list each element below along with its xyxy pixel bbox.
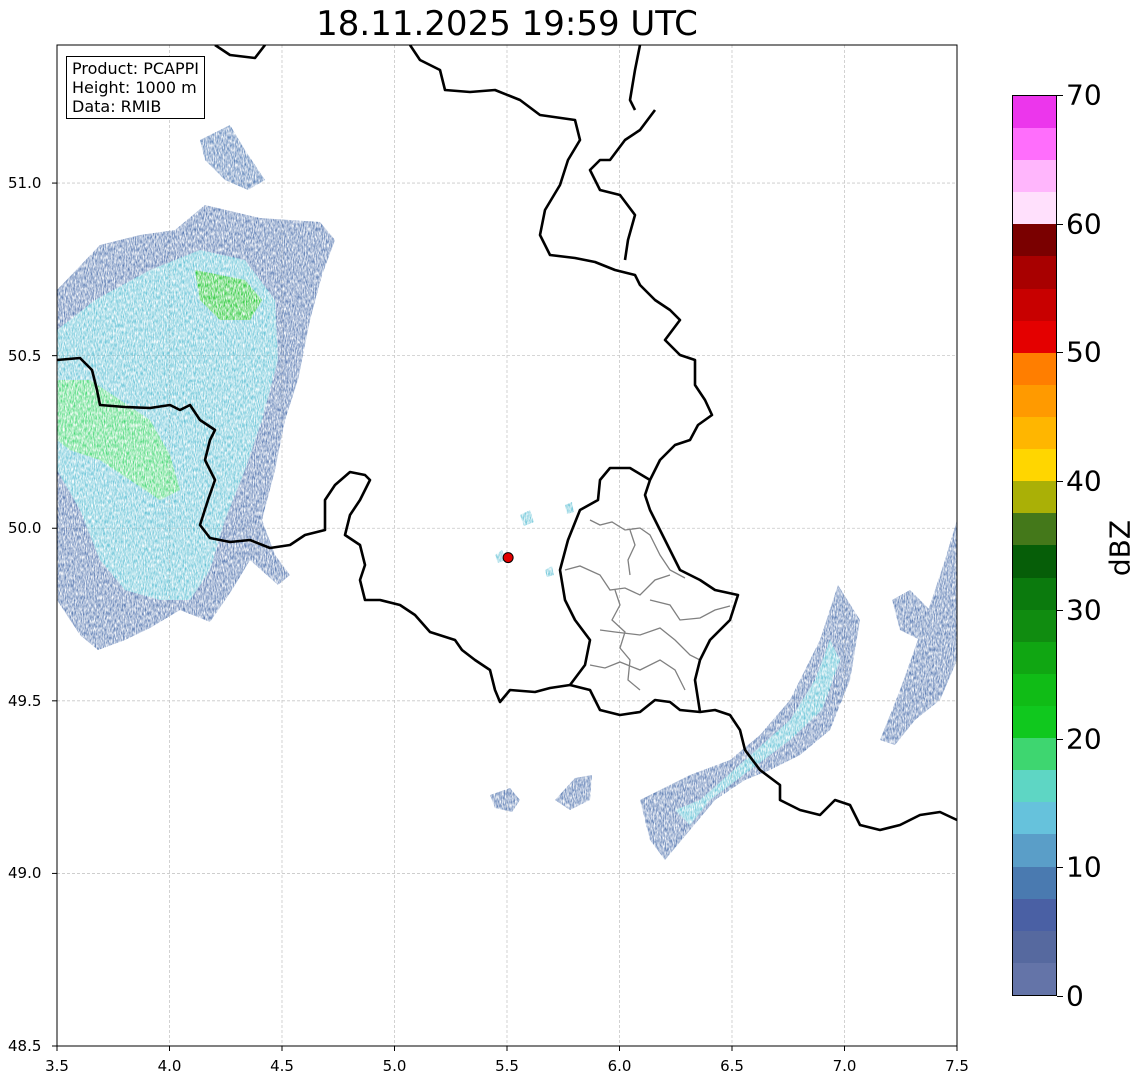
colorbar-segment — [1013, 834, 1056, 867]
x-tick-label: 7.5 — [945, 1057, 969, 1075]
colorbar-segment — [1013, 577, 1056, 610]
x-tick-label: 5.5 — [495, 1057, 519, 1075]
colorbar-segment — [1013, 288, 1056, 321]
colorbar-segment — [1013, 962, 1056, 995]
data-source-line: Data: RMIB — [72, 97, 162, 116]
colorbar-tick-label: 50 — [1066, 335, 1102, 369]
colorbar-segment — [1013, 930, 1056, 963]
colorbar-tick — [1057, 609, 1063, 611]
colorbar-segment — [1013, 866, 1056, 899]
x-tick-label: 4.5 — [270, 1057, 294, 1075]
colorbar-segment — [1013, 545, 1056, 578]
colorbar-segment — [1013, 641, 1056, 674]
product-line: Product: PCAPPI — [72, 59, 200, 78]
radar-map — [52, 44, 958, 1051]
colorbar-segment — [1013, 384, 1056, 418]
colorbar-tick-label: 30 — [1066, 593, 1102, 627]
y-tick-label: 50.5 — [8, 346, 42, 365]
y-tick-label: 49.5 — [8, 691, 42, 710]
colorbar-tick — [1057, 95, 1063, 96]
y-tick-label: 48.5 — [8, 1037, 42, 1055]
colorbar-tick — [1057, 996, 1063, 997]
map-title: 18.11.2025 19:59 UTC — [316, 4, 698, 44]
colorbar-label: dBZ — [1103, 519, 1137, 577]
x-tick-label: 5.0 — [382, 1057, 407, 1075]
colorbar-segment — [1013, 802, 1056, 835]
colorbar-tick-label: 10 — [1066, 850, 1102, 884]
colorbar-segment — [1013, 449, 1056, 482]
colorbar-tick-label: 20 — [1066, 722, 1102, 756]
height-line: Height: 1000 m — [72, 78, 197, 97]
x-tick-label: 4.0 — [157, 1057, 182, 1075]
x-tick-label: 6.0 — [607, 1057, 632, 1075]
y-tick-label: 50.0 — [8, 519, 42, 538]
colorbar-segment — [1013, 352, 1056, 385]
colorbar-segment — [1013, 706, 1056, 739]
colorbar-tick-label: 70 — [1066, 78, 1102, 112]
colorbar-segment — [1013, 770, 1056, 803]
colorbar-tick — [1057, 352, 1063, 354]
colorbar-tick — [1057, 481, 1063, 483]
colorbar-segment — [1013, 481, 1056, 514]
x-tick-label: 7.0 — [832, 1057, 857, 1075]
colorbar-tick-label: 0 — [1066, 979, 1084, 1013]
x-tick-label: 6.5 — [720, 1057, 744, 1075]
colorbar-segment — [1013, 160, 1056, 193]
colorbar-segment — [1013, 417, 1056, 450]
radar-site-marker — [502, 552, 514, 564]
colorbar-tick — [1057, 867, 1063, 869]
y-tick-label: 49.0 — [8, 864, 42, 883]
colorbar-segment — [1013, 898, 1056, 931]
colorbar — [1012, 95, 1057, 996]
colorbar-tick-label: 40 — [1066, 464, 1102, 498]
colorbar-segment — [1013, 95, 1056, 129]
colorbar-segment — [1013, 128, 1056, 161]
y-tick-label: 51.0 — [8, 174, 42, 193]
colorbar-tick — [1057, 738, 1063, 740]
colorbar-segment — [1013, 320, 1056, 353]
colorbar-segment — [1013, 256, 1056, 289]
colorbar-tick — [1057, 223, 1063, 225]
colorbar-segment — [1013, 192, 1056, 225]
colorbar-segment — [1013, 738, 1056, 771]
colorbar-segment — [1013, 513, 1056, 546]
product-info-box: Product: PCAPPI Height: 1000 m Data: RMI… — [66, 56, 206, 119]
x-tick-label: 3.5 — [45, 1057, 69, 1075]
colorbar-segment — [1013, 224, 1056, 257]
colorbar-tick-label: 60 — [1066, 207, 1102, 241]
colorbar-segment — [1013, 673, 1056, 707]
colorbar-segment — [1013, 609, 1056, 642]
